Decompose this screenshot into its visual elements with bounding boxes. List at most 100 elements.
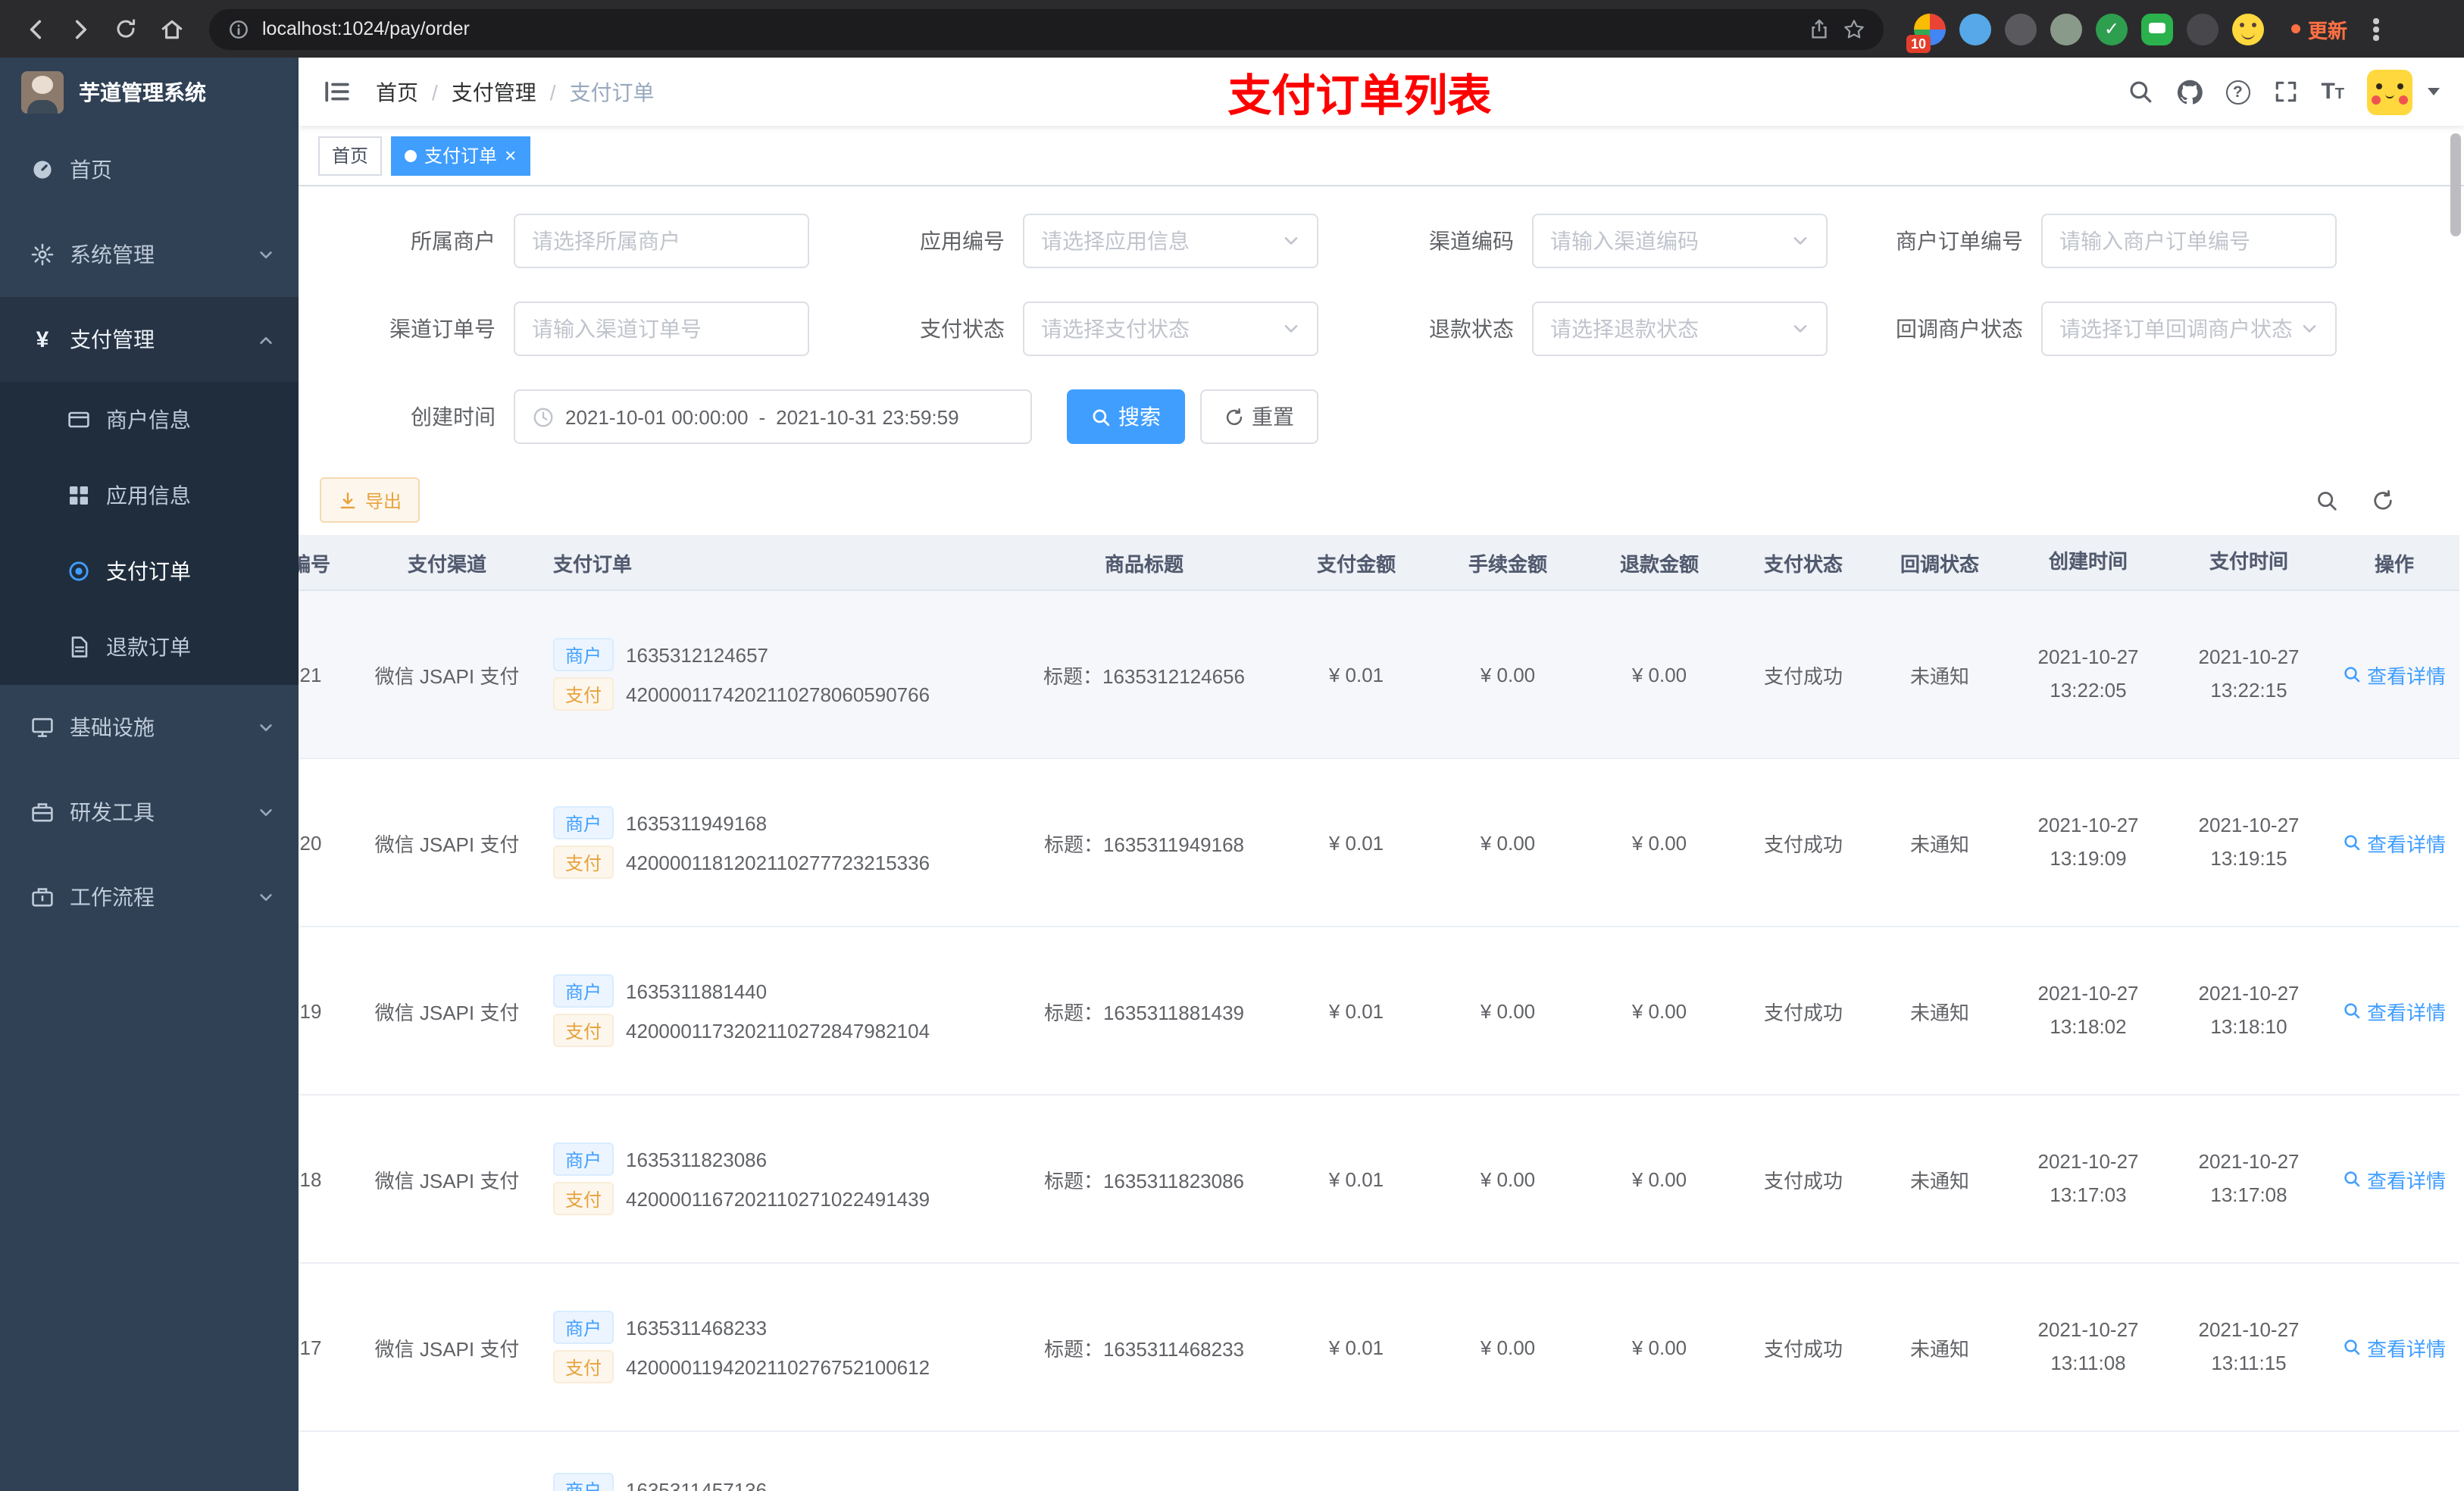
- sidebar-item-payment[interactable]: ¥ 支付管理: [0, 297, 299, 382]
- refund-status-select[interactable]: [1532, 302, 1828, 356]
- sidebar: 芋道管理系统 首页 系统管理 ¥ 支付管理 商户信息 应用信息 支付订单 退款订…: [0, 58, 299, 1491]
- bookmark-star-icon[interactable]: [1843, 17, 1865, 40]
- pay-tag: 支付: [553, 1014, 614, 1047]
- github-icon[interactable]: [2175, 78, 2203, 105]
- tab-pay-order[interactable]: 支付订单 ×: [391, 136, 530, 175]
- merchant-order-no-input[interactable]: [2041, 214, 2337, 268]
- fullscreen-icon[interactable]: [2272, 79, 2298, 105]
- reset-button[interactable]: 重置: [1200, 389, 1318, 444]
- view-detail-link[interactable]: 查看详情: [2343, 1164, 2446, 1193]
- merchant-tag: 商户: [553, 1311, 614, 1344]
- extension-icon[interactable]: [2005, 13, 2037, 45]
- merchant-input[interactable]: [514, 214, 809, 268]
- url-text[interactable]: localhost:1024/pay/order: [262, 18, 1796, 39]
- search-button[interactable]: 搜索: [1067, 389, 1185, 444]
- merchant-order-no: 1635312124657: [626, 643, 769, 666]
- app-id-select[interactable]: [1023, 214, 1318, 268]
- table-row-partial: 商户 1635311457136: [299, 1432, 2459, 1491]
- browser-forward-button[interactable]: [58, 6, 103, 52]
- merchant-tag: 商户: [553, 1142, 614, 1176]
- merchant-tag: 商户: [553, 974, 614, 1008]
- cell-id: 20: [299, 831, 322, 854]
- cell-create-time: 2021-10-27 13:19:09: [2037, 813, 2139, 870]
- sidebar-item-merchant-info[interactable]: 商户信息: [0, 382, 299, 458]
- font-size-icon[interactable]: TT: [2321, 79, 2344, 105]
- sidebar-item-infra[interactable]: 基础设施: [0, 685, 299, 770]
- sidebar-item-workflow[interactable]: 工作流程: [0, 855, 299, 939]
- channel-order-no-field[interactable]: [532, 317, 791, 341]
- caret-down-icon[interactable]: [2428, 88, 2440, 95]
- browser-update-button[interactable]: 更新: [2291, 14, 2347, 43]
- extension-check-icon[interactable]: [2096, 13, 2128, 45]
- view-detail-link[interactable]: 查看详情: [2343, 828, 2446, 857]
- refund-status-select-field[interactable]: [1550, 317, 1782, 341]
- app-shell: 芋道管理系统 首页 系统管理 ¥ 支付管理 商户信息 应用信息 支付订单 退款订…: [0, 58, 2464, 1491]
- cell-title: 标题：1635311823086: [1043, 1169, 1245, 1192]
- cell-id: 19: [299, 999, 322, 1022]
- pay-status-select[interactable]: [1023, 302, 1318, 356]
- table-refresh-icon[interactable]: [2372, 489, 2394, 511]
- browser-reload-button[interactable]: [103, 6, 149, 52]
- date-range-start[interactable]: 2021-10-01 00:00:00: [565, 405, 748, 428]
- cell-pay-order: 商户 1635312124657 支付 4200001174202110278060…: [538, 632, 1008, 717]
- table-toolbar: 导出: [299, 477, 2464, 523]
- hamburger-icon[interactable]: [323, 77, 352, 106]
- cell-channel: 微信 JSAPI 支付: [374, 664, 520, 687]
- sidebar-item-devtools[interactable]: 研发工具: [0, 770, 299, 855]
- pay-status-select-field[interactable]: [1041, 317, 1273, 341]
- breadcrumb-home[interactable]: 首页: [376, 77, 418, 107]
- yen-icon: ¥: [36, 327, 49, 352]
- cell-pay-time: 2021-10-27 13:11:15: [2198, 1318, 2300, 1374]
- cell-fee-amount: ¥ 0.00: [1480, 663, 1536, 686]
- notify-status-select-field[interactable]: [2059, 317, 2291, 341]
- sidebar-item-home[interactable]: 首页: [0, 127, 299, 212]
- export-button[interactable]: 导出: [320, 477, 421, 523]
- channel-order-no-input[interactable]: [514, 302, 809, 356]
- table-search-icon[interactable]: [2315, 489, 2338, 511]
- merchant-order-no-field[interactable]: [2059, 229, 2319, 253]
- sidebar-item-system[interactable]: 系统管理: [0, 212, 299, 297]
- channel-code-select-field[interactable]: [1550, 229, 1782, 253]
- breadcrumb-payment[interactable]: 支付管理: [452, 77, 536, 107]
- extension-icon[interactable]: [1959, 13, 1991, 45]
- help-icon[interactable]: ?: [2225, 80, 2250, 104]
- extension-icon[interactable]: [2050, 13, 2082, 45]
- share-icon[interactable]: [1808, 17, 1831, 40]
- extension-emoji-icon[interactable]: [2232, 13, 2264, 45]
- scrollbar-thumb[interactable]: [2450, 133, 2461, 236]
- browser-menu-icon[interactable]: [2373, 17, 2379, 41]
- cell-fee-amount: ¥ 0.00: [1480, 1336, 1536, 1358]
- site-info-icon[interactable]: [227, 17, 250, 40]
- app-id-select-field[interactable]: [1041, 229, 1273, 253]
- browser-home-button[interactable]: [149, 6, 194, 52]
- view-detail-link[interactable]: 查看详情: [2343, 1333, 2446, 1361]
- page-title: 支付订单列表: [1227, 72, 1492, 120]
- tab-home[interactable]: 首页: [318, 136, 383, 175]
- extension-icon[interactable]: 10: [1906, 13, 1946, 52]
- sidebar-item-refund-order[interactable]: 退款订单: [0, 609, 299, 685]
- close-icon[interactable]: ×: [505, 145, 516, 165]
- pay-order-no: 4200001181202110277723215336: [626, 851, 930, 874]
- cell-pay-status: 支付成功: [1763, 833, 1843, 855]
- extension-chat-icon[interactable]: [2141, 13, 2173, 45]
- tags-view-bar: 首页 支付订单 ×: [299, 126, 2464, 186]
- extension-icon[interactable]: [2187, 13, 2219, 45]
- date-range-end[interactable]: 2021-10-31 23:59:59: [776, 405, 958, 428]
- grid-icon: [67, 483, 91, 508]
- view-detail-link[interactable]: 查看详情: [2343, 660, 2446, 689]
- browser-back-button[interactable]: [12, 6, 58, 52]
- channel-code-select[interactable]: [1532, 214, 1828, 268]
- notify-status-select[interactable]: [2041, 302, 2337, 356]
- address-bar[interactable]: localhost:1024/pay/order: [209, 8, 1884, 49]
- table-header: 编号 支付渠道 支付订单 商品标题 支付金额 手续金额 退款金额 支付状态 回调…: [299, 535, 2459, 591]
- merchant-input-field[interactable]: [532, 229, 791, 253]
- filter-label: 渠道订单号: [389, 317, 496, 341]
- view-detail-link[interactable]: 查看详情: [2343, 996, 2446, 1025]
- search-icon[interactable]: [2127, 79, 2153, 105]
- create-time-range-picker[interactable]: 2021-10-01 00:00:00 - 2021-10-31 23:59:5…: [514, 389, 1032, 444]
- avatar[interactable]: [2367, 69, 2412, 114]
- breadcrumb-current: 支付订单: [569, 80, 655, 104]
- sidebar-item-pay-order[interactable]: 支付订单: [0, 533, 299, 609]
- sidebar-item-app-info[interactable]: 应用信息: [0, 458, 299, 533]
- app-logo[interactable]: 芋道管理系统: [0, 58, 299, 127]
